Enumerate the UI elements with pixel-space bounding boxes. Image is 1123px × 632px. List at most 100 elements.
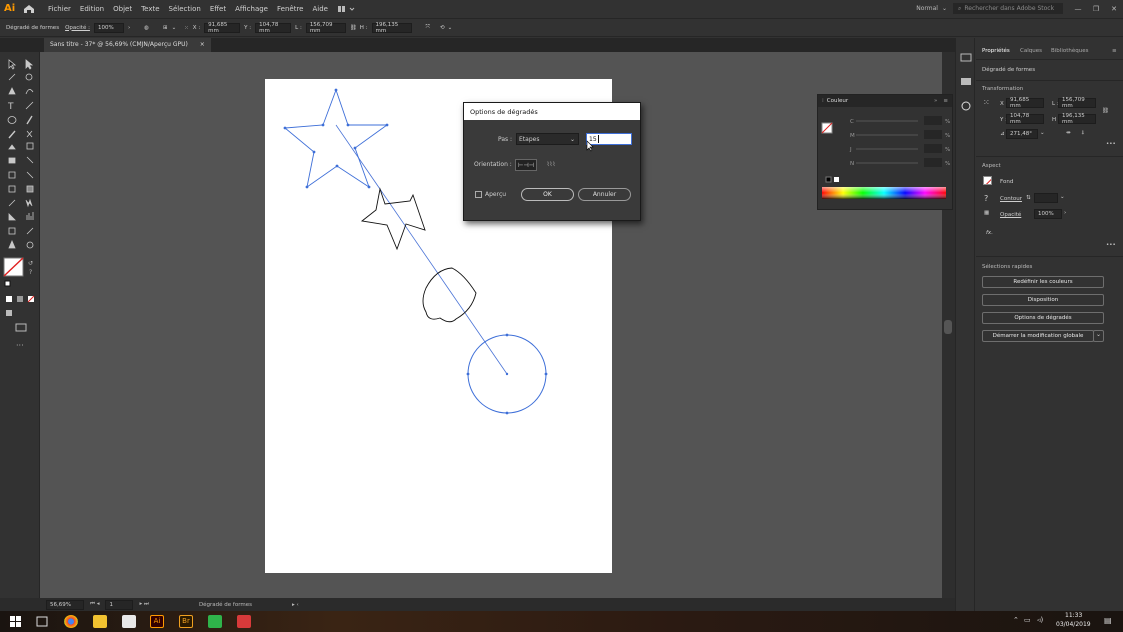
zoom-field[interactable]: 56,69%: [46, 599, 84, 610]
reference-point-icon[interactable]: ⁙: [184, 25, 189, 31]
menu-edition[interactable]: Edition: [80, 5, 104, 13]
clock-date[interactable]: 03/04/2019: [1056, 621, 1091, 628]
isolate-icon[interactable]: ⟲: [440, 25, 445, 31]
layout-button[interactable]: Disposition: [982, 294, 1104, 306]
stock-search-input[interactable]: ⌕ Rechercher dans Adobe Stock: [953, 3, 1063, 14]
volume-icon[interactable]: ◃): [1037, 616, 1043, 624]
page-nav-icons[interactable]: ⏮ ◂: [90, 601, 99, 608]
global-edit-dropdown[interactable]: ⌄: [1093, 330, 1104, 342]
menu-objet[interactable]: Objet: [113, 5, 132, 13]
fill-swatch[interactable]: [983, 176, 992, 185]
close-tab-icon[interactable]: ×: [200, 41, 205, 48]
y-label: Y :: [244, 24, 252, 31]
arrange-documents-icon[interactable]: [337, 5, 357, 13]
recolor-button[interactable]: Redéfinir les couleurs: [982, 276, 1104, 288]
more-options-icon[interactable]: •••: [1106, 141, 1116, 147]
menu-fenetre[interactable]: Fenêtre: [277, 5, 303, 13]
panel-menu-icon[interactable]: ≡: [1112, 48, 1117, 54]
chevron-down-icon[interactable]: ⌄: [172, 25, 177, 31]
tool-icons: T ↺ ? ···: [3, 59, 35, 350]
tab-properties[interactable]: Propriétés: [982, 48, 1010, 54]
chevron-down-icon[interactable]: ⌄: [1060, 194, 1065, 200]
tray-chevron-up-icon[interactable]: ⌃: [1013, 616, 1019, 624]
fx-button[interactable]: fx.: [986, 230, 993, 236]
cancel-button[interactable]: Annuler: [578, 188, 631, 201]
opacity-field[interactable]: 100%: [1034, 209, 1062, 219]
workspace-switcher[interactable]: Normal: [916, 5, 938, 12]
chevron-right-icon[interactable]: ›: [1064, 210, 1066, 216]
opacity-label[interactable]: Opacité: [1000, 212, 1021, 218]
align-grid-icon[interactable]: ⊞: [163, 25, 168, 31]
status-menu-icon[interactable]: ▸ ‹: [292, 602, 299, 608]
y-field[interactable]: 104,78 mm: [1006, 113, 1044, 125]
stroke-unknown-icon[interactable]: ?: [984, 194, 988, 203]
x-position-field[interactable]: 91,685 mm: [204, 22, 241, 34]
notifications-icon[interactable]: ▤: [1104, 616, 1112, 625]
stroke-weight-field[interactable]: [1034, 193, 1058, 203]
live-paint-tool-icon: [26, 171, 34, 179]
more-tools-icon: ···: [16, 341, 24, 350]
network-icon[interactable]: ▭: [1024, 616, 1031, 624]
minimize-button[interactable]: —: [1069, 5, 1087, 13]
chevron-down-icon[interactable]: ⌄: [448, 25, 453, 31]
menu-selection[interactable]: Sélection: [169, 5, 201, 13]
reference-point-icon[interactable]: ⁙: [983, 98, 990, 107]
task-view-icon[interactable]: [36, 616, 48, 627]
orientation-page-button[interactable]: ⊢⊣⊣: [515, 159, 537, 171]
y-position-field[interactable]: 104,78 mm: [255, 22, 292, 34]
opacity-field[interactable]: 100%: [93, 22, 124, 33]
transform-icon[interactable]: ⤧: [426, 24, 430, 31]
menu-affichage[interactable]: Affichage: [235, 5, 268, 13]
flip-horizontal-icon[interactable]: ⇹: [1066, 130, 1071, 136]
illustrator-taskbar-icon[interactable]: Ai: [150, 615, 164, 628]
more-options-icon[interactable]: •••: [1106, 242, 1116, 248]
document-tab[interactable]: Sans titre - 37* @ 56,69% (CMJN/Aperçu G…: [44, 38, 211, 52]
close-window-button[interactable]: ✕: [1105, 5, 1123, 13]
file-explorer-icon[interactable]: [93, 615, 107, 628]
windows-start-icon[interactable]: [10, 616, 21, 627]
home-icon[interactable]: [22, 4, 36, 14]
page-nav-forward-icons[interactable]: ▸ ⏭: [139, 601, 148, 608]
menu-fichier[interactable]: Fichier: [48, 5, 71, 13]
spacing-select[interactable]: Etapes ⌄: [516, 133, 579, 145]
artboard-number-field[interactable]: 1: [105, 599, 134, 610]
chrome-icon[interactable]: [64, 615, 78, 628]
link-proportions-icon[interactable]: ⛓: [350, 25, 357, 31]
restore-button[interactable]: ❐: [1087, 5, 1105, 13]
angle-field[interactable]: 271,48°: [1006, 129, 1038, 139]
menu-texte[interactable]: Texte: [141, 5, 159, 13]
scrollbar-thumb[interactable]: [944, 320, 952, 334]
x-field[interactable]: 91,685 mm: [1006, 97, 1044, 109]
camtasia-recorder-icon[interactable]: [237, 615, 251, 628]
slice-tool-icon: [26, 227, 34, 235]
chevron-right-icon[interactable]: ›: [128, 25, 130, 31]
collapse-panel-icon[interactable]: »: [934, 98, 937, 104]
clock-time[interactable]: 11:33: [1065, 612, 1082, 619]
width-field[interactable]: 156,709 mm: [305, 22, 346, 34]
stroke-stepper[interactable]: ⇅: [1026, 195, 1031, 201]
chevron-down-icon[interactable]: ⌄: [1040, 130, 1045, 136]
ok-button[interactable]: OK: [521, 188, 574, 201]
height-field[interactable]: 196,135 mm: [1058, 113, 1096, 125]
constrain-proportions-icon[interactable]: ⛓: [1102, 108, 1109, 114]
menu-aide[interactable]: Aide: [312, 5, 327, 13]
width-field[interactable]: 156,709 mm: [1058, 97, 1096, 109]
menu-effet[interactable]: Effet: [210, 5, 226, 13]
tab-layers[interactable]: Calques: [1020, 48, 1042, 54]
orientation-path-button[interactable]: ⌇⌇⌇: [540, 159, 562, 171]
chevron-down-icon[interactable]: ⌄: [942, 5, 947, 12]
blend-options-button[interactable]: Options de dégradés: [982, 312, 1104, 324]
bridge-taskbar-icon[interactable]: Br: [179, 615, 193, 628]
stroke-label[interactable]: Contour: [1000, 196, 1022, 202]
transform-title: Transformation: [982, 86, 1024, 92]
global-edit-button[interactable]: Démarrer la modification globale: [982, 330, 1094, 342]
tab-libraries[interactable]: Bibliothèques: [1051, 48, 1088, 54]
flip-vertical-icon[interactable]: ⤈: [1082, 130, 1084, 137]
mail-icon[interactable]: [122, 615, 136, 628]
panel-menu-icon[interactable]: ≡: [943, 98, 948, 104]
globe-icon[interactable]: ◍: [144, 25, 149, 31]
preview-checkbox[interactable]: [475, 191, 482, 198]
h-label: H :: [359, 24, 368, 31]
height-field[interactable]: 196,135 mm: [371, 22, 412, 34]
camtasia-green-icon[interactable]: [208, 615, 222, 628]
